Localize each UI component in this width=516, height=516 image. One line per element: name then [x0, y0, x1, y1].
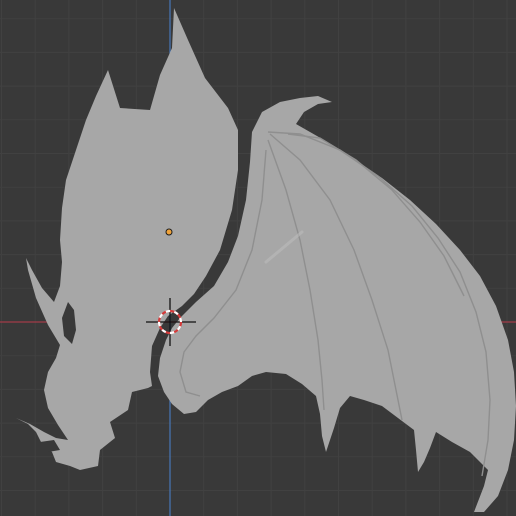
viewport-canvas[interactable]: [0, 0, 516, 516]
object-origin-dot[interactable]: [165, 228, 173, 236]
3d-viewport[interactable]: [0, 0, 516, 516]
